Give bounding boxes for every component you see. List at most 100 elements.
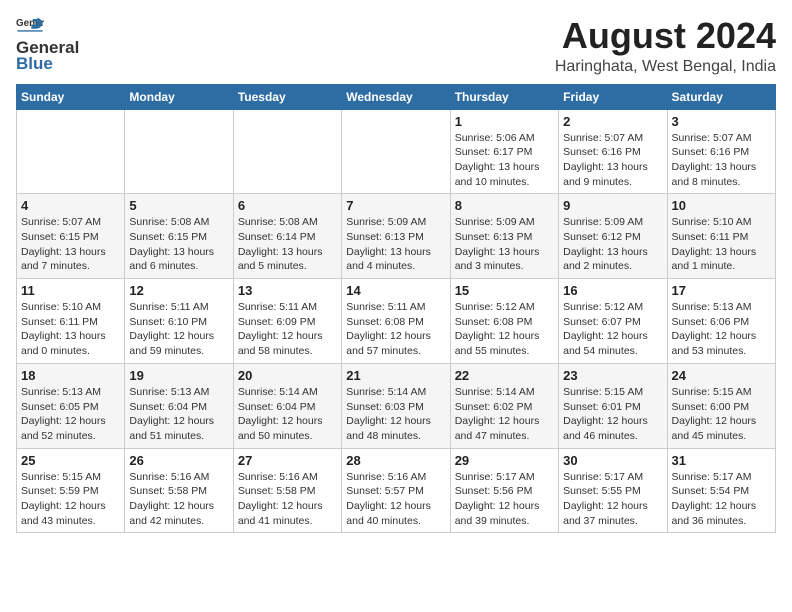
day-info-line: Sunrise: 5:12 AM — [563, 300, 662, 315]
calendar-cell: 8Sunrise: 5:09 AMSunset: 6:13 PMDaylight… — [450, 194, 558, 279]
day-info-line: Sunrise: 5:10 AM — [672, 215, 771, 230]
day-info-line: Sunrise: 5:08 AM — [238, 215, 337, 230]
day-info-line: Sunset: 6:10 PM — [129, 315, 228, 330]
day-number: 2 — [563, 114, 662, 129]
day-info-line: and 42 minutes. — [129, 514, 228, 529]
day-number: 16 — [563, 283, 662, 298]
day-info-line: and 9 minutes. — [563, 175, 662, 190]
calendar-cell — [342, 109, 450, 194]
day-info-line: Sunrise: 5:15 AM — [563, 385, 662, 400]
day-info-line: and 40 minutes. — [346, 514, 445, 529]
calendar-cell: 11 Sunrise: 5:10 AMSunset: 6:11 PMDayligh… — [17, 279, 125, 364]
calendar-week-2: 4 Sunrise: 5:07 AMSunset: 6:15 PM Daylight… — [17, 194, 776, 279]
calendar-cell: 2Sunrise: 5:07 AMSunset: 6:16 PMDaylight… — [559, 109, 667, 194]
day-info-line: Sunset: 6:05 PM — [21, 400, 120, 415]
day-info-line: Daylight: 12 hours — [672, 329, 771, 344]
calendar-cell: 10Sunrise: 5:10 AMSunset: 6:11 PMDayligh… — [667, 194, 775, 279]
day-info-line: Sunset: 6:08 PM — [455, 315, 554, 330]
day-info-line: and 46 minutes. — [563, 429, 662, 444]
day-number: 12 — [129, 283, 228, 298]
day-info-line: Daylight: 13 hours — [563, 160, 662, 175]
day-info-line: and 53 minutes. — [672, 344, 771, 359]
day-info-line: Daylight: 13 hours — [21, 329, 120, 344]
day-info-line: Sunset: 5:58 PM — [129, 484, 228, 499]
day-info-line: Daylight: 12 hours — [21, 414, 120, 429]
day-number: 8 — [455, 198, 554, 213]
day-info-line: Sunset: 6:07 PM — [563, 315, 662, 330]
day-info-line: Sunset: 6:13 PM — [346, 230, 445, 245]
day-info-line: and 37 minutes. — [563, 514, 662, 529]
day-info-line: Daylight: 12 hours — [455, 414, 554, 429]
day-info-line: Daylight: 12 hours — [672, 414, 771, 429]
day-info-line: Daylight: 12 hours — [129, 499, 228, 514]
day-number: 15 — [455, 283, 554, 298]
day-number: 13 — [238, 283, 337, 298]
day-number: 11 — [21, 283, 120, 298]
day-number: 23 — [563, 368, 662, 383]
day-header-thursday: Thursday — [450, 84, 558, 109]
calendar-cell: 21Sunrise: 5:14 AMSunset: 6:03 PMDayligh… — [342, 363, 450, 448]
day-info-line: Sunrise: 5:13 AM — [672, 300, 771, 315]
day-info-line: Sunrise: 5:07 AM — [21, 215, 120, 230]
day-info-line: Sunrise: 5:17 AM — [455, 470, 554, 485]
day-number: 21 — [346, 368, 445, 383]
calendar-header: SundayMondayTuesdayWednesdayThursdayFrid… — [17, 84, 776, 109]
day-number: 25 — [21, 453, 120, 468]
day-number: 14 — [346, 283, 445, 298]
day-info-line: and 0 minutes. — [21, 344, 120, 359]
day-info-line: Daylight: 13 hours — [455, 160, 554, 175]
day-info-line: Daylight: 13 hours — [346, 245, 445, 260]
day-info-line: Daylight: 12 hours — [346, 414, 445, 429]
day-info-line: and 4 minutes. — [346, 259, 445, 274]
day-number: 3 — [672, 114, 771, 129]
calendar-cell: 27Sunrise: 5:16 AMSunset: 5:58 PMDayligh… — [233, 448, 341, 533]
day-info-line: and 43 minutes. — [21, 514, 120, 529]
calendar-cell: 26Sunrise: 5:16 AMSunset: 5:58 PMDayligh… — [125, 448, 233, 533]
calendar-cell: 25Sunrise: 5:15 AMSunset: 5:59 PMDayligh… — [17, 448, 125, 533]
day-info-line: Sunrise: 5:14 AM — [238, 385, 337, 400]
day-number: 27 — [238, 453, 337, 468]
day-info-line: Sunset: 5:55 PM — [563, 484, 662, 499]
day-info-line: Sunset: 6:15 PM — [21, 230, 120, 245]
day-info-line: Sunset: 6:16 PM — [563, 145, 662, 160]
day-info-line: Sunrise: 5:11 AM — [346, 300, 445, 315]
day-info-line: Sunrise: 5:17 AM — [672, 470, 771, 485]
calendar-cell: 3Sunrise: 5:07 AMSunset: 6:16 PMDaylight… — [667, 109, 775, 194]
day-number: 30 — [563, 453, 662, 468]
day-info-line: Sunrise: 5:14 AM — [455, 385, 554, 400]
day-info-line: Sunrise: 5:10 AM — [21, 300, 120, 315]
day-info-line: Sunset: 5:59 PM — [21, 484, 120, 499]
calendar-cell: 22Sunrise: 5:14 AMSunset: 6:02 PMDayligh… — [450, 363, 558, 448]
calendar-cell: 19Sunrise: 5:13 AMSunset: 6:04 PMDayligh… — [125, 363, 233, 448]
day-info-line: Sunset: 6:13 PM — [455, 230, 554, 245]
day-info-line: Sunset: 6:04 PM — [129, 400, 228, 415]
day-number: 1 — [455, 114, 554, 129]
calendar-cell: 20Sunrise: 5:14 AMSunset: 6:04 PMDayligh… — [233, 363, 341, 448]
day-info-line: Daylight: 12 hours — [238, 499, 337, 514]
day-info-line: Sunrise: 5:09 AM — [563, 215, 662, 230]
day-info-line: and 50 minutes. — [238, 429, 337, 444]
calendar-cell: 7 Sunrise: 5:09 AMSunset: 6:13 PMDaylight… — [342, 194, 450, 279]
day-info-line: Daylight: 13 hours — [672, 245, 771, 260]
day-number: 24 — [672, 368, 771, 383]
day-info-line: Sunset: 5:57 PM — [346, 484, 445, 499]
day-info-line: and 45 minutes. — [672, 429, 771, 444]
day-info-line: Sunrise: 5:11 AM — [238, 300, 337, 315]
day-info-line: and 7 minutes. — [21, 259, 120, 274]
calendar-cell: 1Sunrise: 5:06 AMSunset: 6:17 PMDaylight… — [450, 109, 558, 194]
calendar-cell: 17Sunrise: 5:13 AMSunset: 6:06 PMDayligh… — [667, 279, 775, 364]
day-info-line: Sunrise: 5:09 AM — [455, 215, 554, 230]
day-info-line: Sunrise: 5:09 AM — [346, 215, 445, 230]
calendar-week-3: 11Sunrise: 5:10 AMSunset: 6:11 PMDayligh… — [17, 279, 776, 364]
day-info-line: Sunset: 6:11 PM — [21, 315, 120, 330]
day-number: 7 — [346, 198, 445, 213]
logo-blue-text: Blue — [16, 54, 79, 74]
calendar-cell: 13Sunrise: 5:11 AMSunset: 6:09 PMDayligh… — [233, 279, 341, 364]
day-number: 28 — [346, 453, 445, 468]
day-number: 19 — [129, 368, 228, 383]
day-number: 4 — [21, 198, 120, 213]
day-info-line: Daylight: 13 hours — [672, 160, 771, 175]
day-info-line: Daylight: 12 hours — [21, 499, 120, 514]
calendar-week-5: 25Sunrise: 5:15 AMSunset: 5:59 PMDayligh… — [17, 448, 776, 533]
day-info-line: and 39 minutes. — [455, 514, 554, 529]
